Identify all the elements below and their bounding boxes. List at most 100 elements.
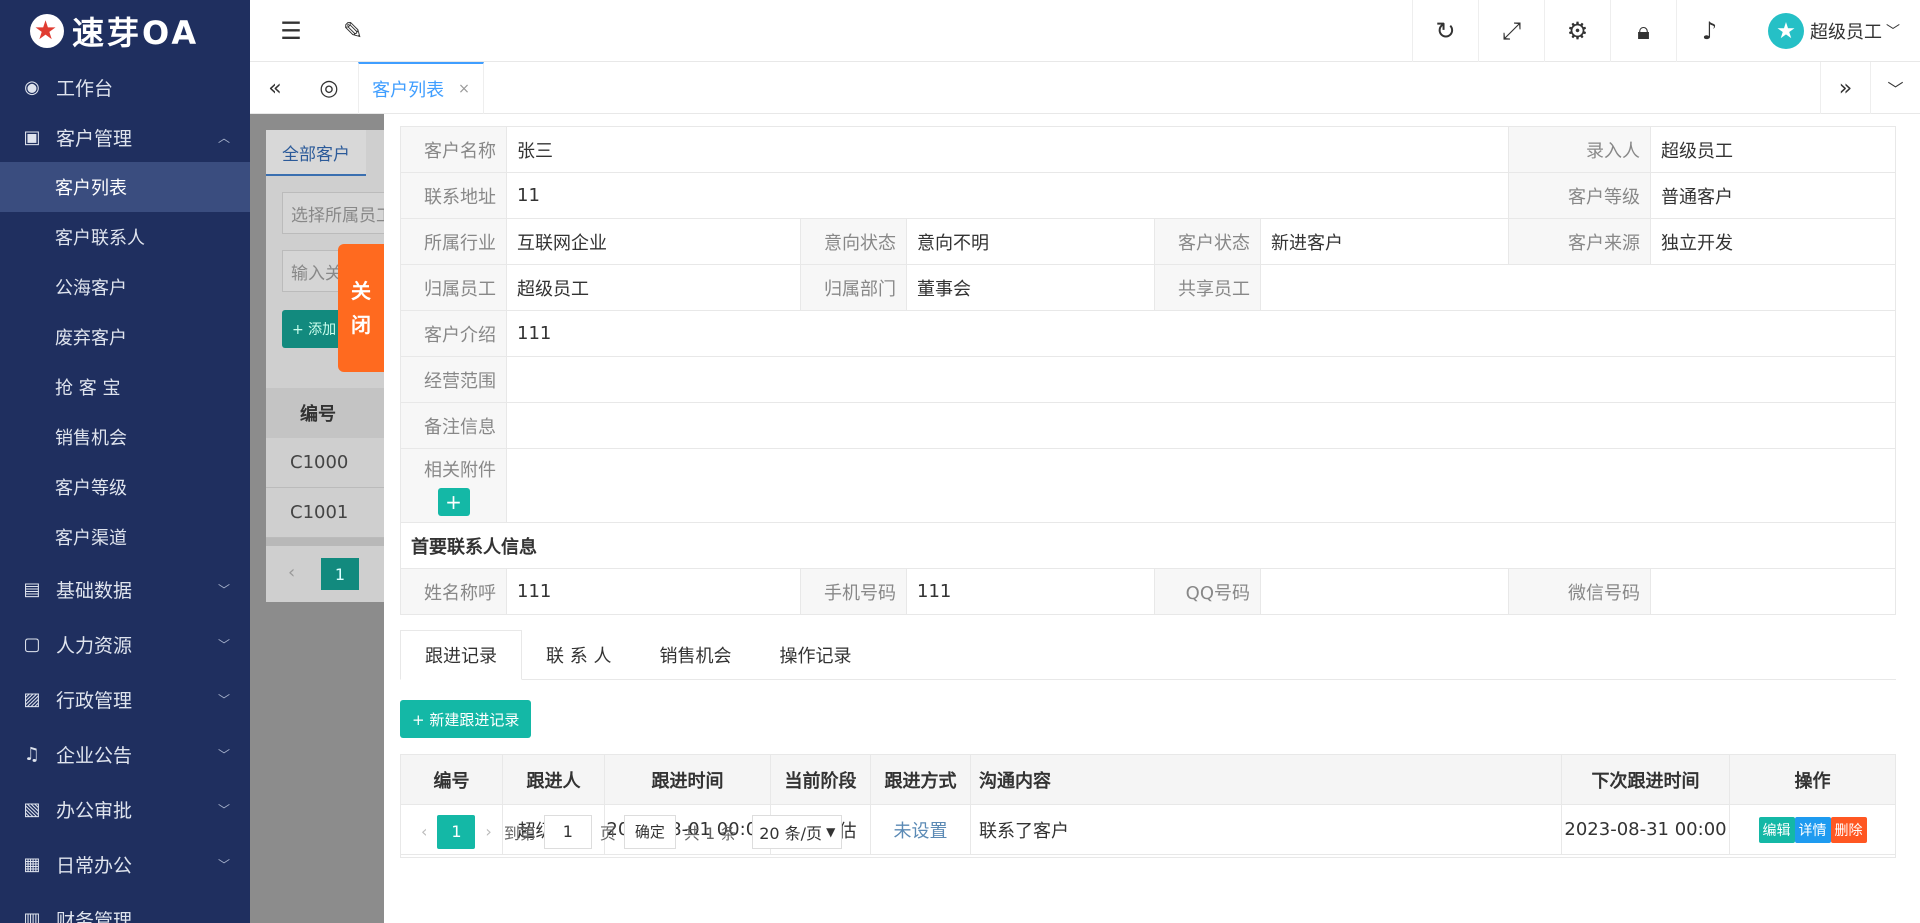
refresh-icon[interactable]: ↻ — [1412, 0, 1478, 62]
pagination: ‹ 1 › 到第 1 页 确定 共 1 条 20 条/页 ▼ — [400, 806, 1896, 858]
close-label: 关 — [351, 279, 371, 303]
menu-collapse-icon[interactable]: ☰ — [266, 0, 316, 62]
column-header: 沟通内容 — [970, 754, 1562, 805]
chevron-down-icon: ﹀ — [217, 803, 230, 817]
add-attachment-button[interactable]: + — [437, 487, 470, 516]
goto-page-input[interactable]: 1 — [543, 814, 592, 849]
sidebar-item-label: 行政管理 — [56, 690, 133, 712]
tab-sales-opportunities[interactable]: 销售机会 — [635, 630, 755, 680]
label-department: 归属部门 — [800, 264, 907, 311]
chevron-left-icon[interactable]: ‹ — [288, 562, 295, 583]
brush-icon[interactable]: ✎ — [328, 0, 378, 62]
value-department: 董事会 — [906, 264, 1155, 311]
label-phone: 手机号码 — [800, 568, 907, 615]
chevron-right-icon[interactable]: › — [485, 822, 491, 841]
sidebar-item-customer-mgmt[interactable]: ▣ 客户管理 ︿ — [0, 112, 250, 162]
sidebar-subitem-customer-list[interactable]: 客户列表 — [0, 162, 250, 212]
value-contact-name: 111 — [506, 568, 801, 615]
user-menu[interactable]: ★ 超级员工 ﹀ — [1768, 0, 1900, 62]
sidebar-subitem-public-customers[interactable]: 公海客户 — [0, 262, 250, 312]
app-logo: ★ 速芽OA — [0, 0, 250, 62]
customer-info-table: 客户名称 张三 录入人 超级员工 联系地址 11 客户等级 普通客户 所属行业 … — [400, 126, 1896, 615]
column-header: 操作 — [1729, 754, 1896, 805]
sidebar-item-label: 人力资源 — [56, 635, 133, 657]
chevron-left-icon[interactable]: ‹ — [421, 822, 427, 841]
sidebar-item-workbench[interactable]: ◉ 工作台 — [0, 62, 250, 112]
chevron-down-icon[interactable]: ﹀ — [1870, 62, 1920, 114]
finance-icon: ▥ — [23, 909, 41, 923]
sidebar-subitem-customer-channels[interactable]: 客户渠道 — [0, 512, 250, 562]
column-header: 跟进方式 — [870, 754, 971, 805]
home-icon[interactable]: ◎ — [300, 62, 358, 114]
value-wechat — [1650, 568, 1896, 615]
label-owner: 归属员工 — [400, 264, 507, 311]
approval-icon: ▧ — [23, 799, 41, 820]
value-customer-level: 普通客户 — [1650, 172, 1896, 219]
label-shared-staff: 共享员工 — [1154, 264, 1261, 311]
close-icon[interactable]: × — [458, 81, 470, 97]
column-header: 当前阶段 — [770, 754, 871, 805]
confirm-button[interactable]: 确定 — [623, 814, 676, 849]
attachment-cell: 相关附件 + — [400, 448, 507, 523]
gear-icon[interactable]: ⚙ — [1544, 0, 1610, 62]
calendar-icon: ▦ — [23, 854, 41, 875]
sidebar-item-admin[interactable]: ▨ 行政管理 ﹀ — [0, 672, 250, 727]
label-wechat: 微信号码 — [1508, 568, 1651, 615]
total-count: 共 1 条 — [683, 823, 737, 843]
page-number[interactable]: 1 — [437, 814, 476, 849]
label-address: 联系地址 — [400, 172, 507, 219]
tab-customer-list[interactable]: 客户列表 × — [358, 62, 484, 114]
close-panel-button[interactable]: 关 闭 — [338, 244, 384, 372]
sidebar-item-daily-office[interactable]: ▦ 日常办公 ﹀ — [0, 837, 250, 892]
sidebar-item-finance[interactable]: ▥ 财务管理 — [0, 892, 250, 923]
new-follow-record-button[interactable]: + 新建跟进记录 — [400, 700, 532, 738]
value-customer-status: 新进客户 — [1260, 218, 1509, 265]
fullscreen-icon[interactable]: ⤢ — [1478, 0, 1544, 62]
logo-text: 速芽OA — [72, 14, 200, 52]
sidebar-item-hr[interactable]: ▢ 人力资源 ﹀ — [0, 617, 250, 672]
tabs-scroll-right-icon[interactable]: » — [1820, 62, 1870, 114]
sidebar-item-label: 财务管理 — [56, 910, 133, 923]
sidebar-subitem-sales-opportunities[interactable]: 销售机会 — [0, 412, 250, 462]
close-label: 闭 — [351, 313, 371, 337]
tabs-scroll-left-icon[interactable]: « — [250, 62, 300, 114]
value-attachments — [506, 448, 1896, 523]
tab-all-customers[interactable]: 全部客户 — [266, 130, 366, 176]
tab-label: 客户列表 — [372, 80, 445, 101]
label-qq: QQ号码 — [1154, 568, 1261, 615]
value-remark — [506, 402, 1896, 449]
page-size-select[interactable]: 20 条/页 ▼ — [752, 814, 843, 849]
logo-star-icon: ★ — [30, 14, 64, 48]
chevron-up-icon: ︿ — [217, 130, 230, 145]
document-icon: ▤ — [23, 579, 41, 600]
customer-detail-panel: 客户名称 张三 录入人 超级员工 联系地址 11 客户等级 普通客户 所属行业 … — [384, 114, 1920, 923]
lock-icon[interactable]: 🔒︎ — [1610, 0, 1676, 62]
column-header: 跟进人 — [502, 754, 605, 805]
customer-icon: ▣ — [23, 126, 41, 148]
value-business-scope — [506, 356, 1896, 403]
tab-bar: « ◎ 客户列表 × » ﹀ — [250, 62, 1920, 114]
sidebar-item-announcements[interactable]: ♫ 企业公告 ﹀ — [0, 727, 250, 782]
sidebar-subitem-abandoned-customers[interactable]: 废弃客户 — [0, 312, 250, 362]
bell-icon: ♫ — [23, 744, 41, 765]
label-creator: 录入人 — [1508, 126, 1651, 173]
value-industry: 互联网企业 — [506, 218, 801, 265]
sidebar-item-label: 客户管理 — [56, 127, 133, 150]
chevron-down-icon: ﹀ — [1886, 24, 1900, 40]
bell-icon[interactable]: ♪ — [1676, 0, 1742, 62]
page-number[interactable]: 1 — [321, 558, 359, 590]
tab-contacts[interactable]: 联 系 人 — [522, 630, 635, 680]
sidebar-item-approval[interactable]: ▧ 办公审批 ﹀ — [0, 782, 250, 837]
sidebar-item-basic-data[interactable]: ▤ 基础数据 ﹀ — [0, 562, 250, 617]
admin-icon: ▨ — [23, 689, 41, 710]
sidebar-subitem-grab-customers[interactable]: 抢 客 宝 — [0, 362, 250, 412]
tab-follow-records[interactable]: 跟进记录 — [400, 630, 522, 680]
column-header: 跟进时间 — [604, 754, 771, 805]
sidebar: ★ 速芽OA ◉ 工作台 ▣ 客户管理 ︿ 客户列表 客户联系人 公海客户 废弃… — [0, 0, 250, 923]
sidebar-subitem-customer-contacts[interactable]: 客户联系人 — [0, 212, 250, 262]
sidebar-subitem-customer-levels[interactable]: 客户等级 — [0, 462, 250, 512]
label-remark: 备注信息 — [400, 402, 507, 449]
tab-operation-log[interactable]: 操作记录 — [755, 630, 875, 680]
section-primary-contact: 首要联系人信息 — [400, 522, 1896, 569]
column-header: 编号 — [400, 754, 503, 805]
